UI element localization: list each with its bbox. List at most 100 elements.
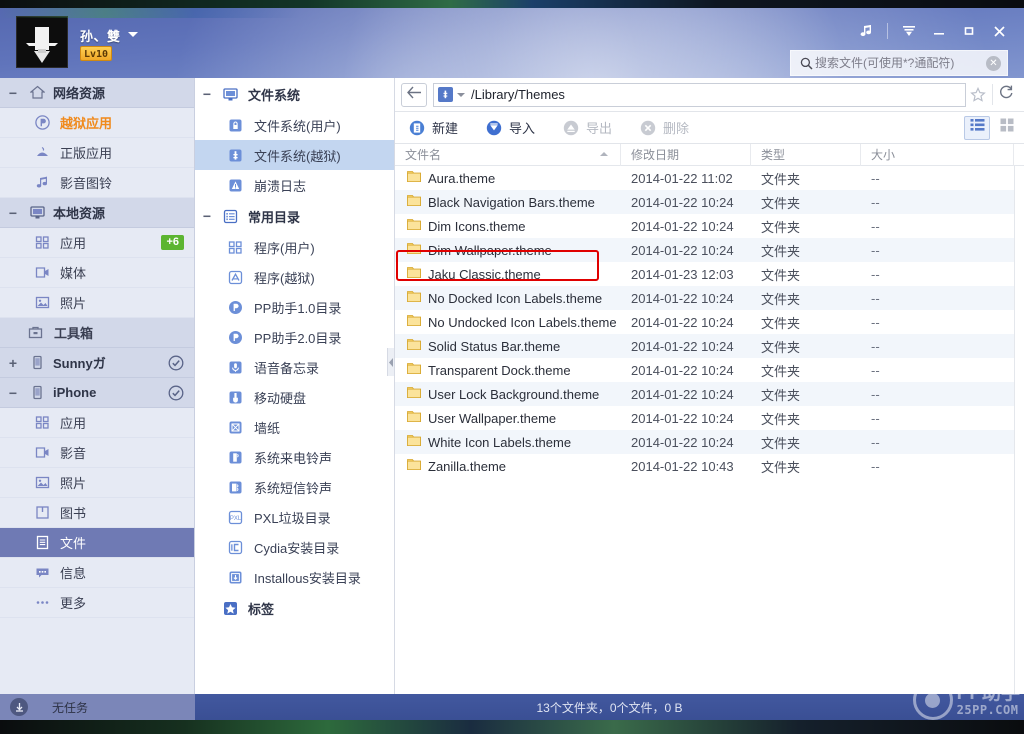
- favorite-star-icon[interactable]: [966, 86, 990, 103]
- user-name[interactable]: 孙、雙: [80, 26, 121, 45]
- table-row[interactable]: Black Navigation Bars.theme 2014-01-22 1…: [395, 190, 1024, 214]
- sidebar-item-device-apps[interactable]: 应用: [0, 408, 194, 438]
- expander-icon[interactable]: −: [0, 85, 26, 101]
- tree-item-cydia-dir[interactable]: Cydia安装目录: [195, 532, 394, 562]
- vertical-scrollbar[interactable]: [1014, 166, 1024, 694]
- collapse-left-icon[interactable]: [387, 348, 394, 376]
- sidebar-item-media-ringtones[interactable]: 影音图铃: [0, 168, 194, 198]
- file-list[interactable]: Aura.theme 2014-01-22 11:02 文件夹 -- Black…: [395, 166, 1024, 694]
- tree-item-filesystem-user[interactable]: 文件系统(用户): [195, 110, 394, 140]
- sidebar-group-local[interactable]: − 本地资源: [0, 198, 194, 228]
- tree-item-apps-jailbreak[interactable]: 程序(越狱): [195, 262, 394, 292]
- column-header-date[interactable]: 修改日期: [621, 143, 751, 166]
- tree-item-system-sms-tones[interactable]: 系统短信铃声: [195, 472, 394, 502]
- chevron-down-icon[interactable]: [128, 32, 138, 37]
- table-row[interactable]: White Icon Labels.theme 2014-01-22 10:24…: [395, 430, 1024, 454]
- tree-item-label: 程序(用户): [254, 240, 315, 256]
- column-header-type[interactable]: 类型: [751, 143, 861, 166]
- sidebar-item-device-photos[interactable]: 照片: [0, 468, 194, 498]
- file-type-cell: 文件夹: [761, 411, 801, 427]
- address-bar: [395, 78, 1024, 112]
- tree-item-crash-logs[interactable]: 崩溃日志: [195, 170, 394, 200]
- desktop-wallpaper-top: [0, 0, 1024, 8]
- sidebar-item-label: 照片: [60, 476, 87, 491]
- tree-item-system-ringtones[interactable]: 系统来电铃声: [195, 442, 394, 472]
- action-toolbar: 新建 导入 导出 删除: [395, 112, 1024, 144]
- table-row[interactable]: Transparent Dock.theme 2014-01-22 10:24 …: [395, 358, 1024, 382]
- file-size-cell: --: [871, 386, 880, 402]
- path-input[interactable]: [471, 87, 961, 102]
- avatar[interactable]: [16, 16, 68, 68]
- new-button[interactable]: 新建: [403, 115, 468, 141]
- column-header-filename[interactable]: 文件名: [395, 143, 621, 166]
- tree-item-installous-dir[interactable]: Installous安装目录: [195, 562, 394, 592]
- sidebar-item-official-apps[interactable]: 正版应用: [0, 138, 194, 168]
- sidebar-item-local-photos[interactable]: 照片: [0, 288, 194, 318]
- import-button[interactable]: 导入: [480, 115, 545, 141]
- table-row[interactable]: User Wallpaper.theme 2014-01-22 10:24 文件…: [395, 406, 1024, 430]
- refresh-button[interactable]: [992, 84, 1018, 105]
- sort-ascending-icon: [600, 151, 608, 156]
- grid-view-icon: [1000, 118, 1014, 137]
- delete-button[interactable]: 删除: [634, 115, 699, 141]
- sidebar-item-local-media[interactable]: 媒体: [0, 258, 194, 288]
- file-size-cell: --: [871, 242, 880, 258]
- table-row[interactable]: User Lock Background.theme 2014-01-22 10…: [395, 382, 1024, 406]
- table-row[interactable]: No Undocked Icon Labels.theme 2014-01-22…: [395, 310, 1024, 334]
- sidebar-item-jailbreak-apps[interactable]: 越狱应用: [0, 108, 194, 138]
- chevron-down-icon[interactable]: [457, 92, 465, 97]
- tree-item-pp10-dir[interactable]: PP助手1.0目录: [195, 292, 394, 322]
- grid-view-button[interactable]: [994, 116, 1020, 140]
- table-row[interactable]: Aura.theme 2014-01-22 11:02 文件夹 --: [395, 166, 1024, 190]
- sidebar-item-device-files[interactable]: 文件: [0, 528, 194, 558]
- clear-icon[interactable]: ✕: [986, 55, 1001, 71]
- sidebar-item-device-messages[interactable]: 信息: [0, 558, 194, 588]
- monitor-icon: [26, 205, 48, 220]
- table-row[interactable]: Solid Status Bar.theme 2014-01-22 10:24 …: [395, 334, 1024, 358]
- search-bar[interactable]: ✕: [790, 50, 1008, 76]
- table-row[interactable]: Dim Icons.theme 2014-01-22 10:24 文件夹 --: [395, 214, 1024, 238]
- sidebar-item-toolbox[interactable]: 工具箱: [0, 318, 194, 348]
- tree-group-common-dirs[interactable]: − 常用目录: [195, 200, 394, 232]
- sidebar-item-device-more[interactable]: 更多: [0, 588, 194, 618]
- tree-group-filesystem[interactable]: − 文件系统: [195, 78, 394, 110]
- tree-item-wallpaper[interactable]: 墙纸: [195, 412, 394, 442]
- table-row[interactable]: No Docked Icon Labels.theme 2014-01-22 1…: [395, 286, 1024, 310]
- maximize-button[interactable]: [954, 18, 984, 44]
- tree-item-external-drive[interactable]: 移动硬盘: [195, 382, 394, 412]
- back-button[interactable]: [401, 82, 427, 107]
- address-field[interactable]: [433, 82, 966, 107]
- sidebar-device-iphone[interactable]: − iPhone: [0, 378, 194, 408]
- list-view-button[interactable]: [964, 115, 990, 140]
- search-input[interactable]: [815, 56, 986, 70]
- tree-item-voice-memos[interactable]: 语音备忘录: [195, 352, 394, 382]
- tree-item-pp20-dir[interactable]: PP助手2.0目录: [195, 322, 394, 352]
- tree-item-pxl-trash[interactable]: PXL PXL垃圾目录: [195, 502, 394, 532]
- expander-icon[interactable]: −: [195, 86, 219, 102]
- minimize-button[interactable]: [924, 18, 954, 44]
- music-button[interactable]: [851, 18, 881, 44]
- file-date-cell: 2014-01-22 10:24: [631, 218, 734, 234]
- sidebar-group-network[interactable]: − 网络资源: [0, 78, 194, 108]
- table-row[interactable]: Jaku Classic.theme 2014-01-23 12:03 文件夹 …: [395, 262, 1024, 286]
- expander-icon[interactable]: −: [0, 385, 26, 401]
- sidebar-device-sunny[interactable]: + Sunnyガ: [0, 348, 194, 378]
- table-row[interactable]: Zanilla.theme 2014-01-22 10:43 文件夹 --: [395, 454, 1024, 478]
- expander-icon[interactable]: −: [0, 205, 26, 221]
- column-header-size[interactable]: 大小: [861, 143, 1014, 166]
- menu-button[interactable]: [894, 18, 924, 44]
- expander-icon[interactable]: +: [0, 355, 26, 371]
- sidebar-item-device-video[interactable]: 影音: [0, 438, 194, 468]
- sidebar-item-label: 越狱应用: [60, 116, 113, 131]
- expander-icon[interactable]: −: [195, 208, 219, 224]
- table-row[interactable]: Dim Wallpaper.theme 2014-01-22 10:24 文件夹…: [395, 238, 1024, 262]
- tree-item-apps-user[interactable]: 程序(用户): [195, 232, 394, 262]
- column-label: 修改日期: [631, 148, 680, 162]
- sidebar-item-device-books[interactable]: 图书: [0, 498, 194, 528]
- export-button[interactable]: 导出: [557, 115, 622, 141]
- task-area[interactable]: 无任务: [0, 694, 195, 720]
- sidebar-item-local-apps[interactable]: 应用 +6: [0, 228, 194, 258]
- tree-item-filesystem-jailbreak[interactable]: 文件系统(越狱): [195, 140, 394, 170]
- tree-group-tags[interactable]: 标签: [195, 592, 394, 624]
- close-button[interactable]: [984, 18, 1014, 44]
